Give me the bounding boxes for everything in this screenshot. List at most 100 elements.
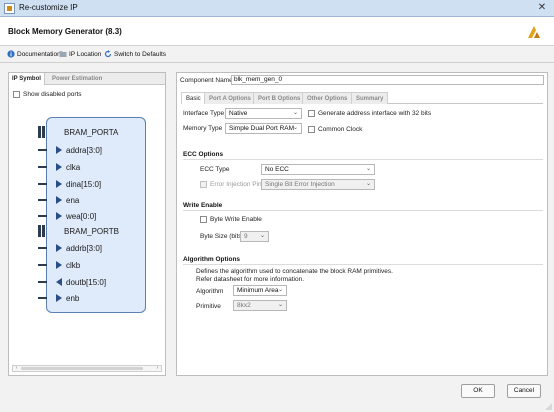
component-name-label: Component Name: [180, 77, 233, 84]
left-tab-bar: IP Symbol Power Estimation: [9, 73, 165, 85]
port-label: addra[3:0]: [66, 145, 103, 155]
chevron-down-icon: ⌄: [365, 181, 371, 187]
error-injection-value: Single Bit Error Injection: [265, 181, 335, 188]
close-icon[interactable]: ✕: [536, 2, 548, 14]
scroll-right-icon[interactable]: ›: [154, 366, 161, 371]
dialog-header: Block Memory Generator (8.3): [0, 17, 554, 46]
generate-address-label: Generate address interface with 32 bits: [318, 110, 432, 117]
pin-dina: [38, 183, 47, 185]
algorithm-section-title: Algorithm Options: [183, 256, 241, 263]
vivado-logo-icon: [528, 26, 540, 38]
primitive-label: Primitive: [196, 303, 221, 310]
pin-doutb: [38, 281, 47, 283]
chevron-down-icon: ⌄: [277, 287, 283, 293]
ip-location-button[interactable]: IP Location: [59, 50, 101, 58]
port-label: BRAM_PORTA: [64, 127, 119, 137]
pin-clkb: [38, 264, 47, 266]
port-ena: ena: [56, 194, 79, 206]
input-arrow-icon: [56, 163, 62, 171]
port-clka: clka: [56, 161, 80, 173]
pin-enb: [38, 297, 47, 299]
port-addra: addra[3:0]: [56, 144, 102, 156]
chevron-down-icon: ⌄: [365, 166, 371, 172]
input-arrow-icon: [56, 212, 62, 220]
port-label: clka: [66, 162, 81, 172]
input-arrow-icon: [56, 244, 62, 252]
port-label: enb: [66, 293, 80, 303]
tab-power-estimation[interactable]: Power Estimation: [49, 73, 105, 85]
bus-pin-b-1: [38, 225, 41, 237]
switch-defaults-button[interactable]: Switch to Defaults: [104, 50, 166, 58]
ecc-type-value: No ECC: [265, 166, 289, 173]
error-injection-label: Error Injection Pins: [210, 181, 265, 188]
toolbar: Documentation IP Location Switch to Defa…: [0, 46, 554, 63]
tab-basic[interactable]: Basic: [181, 92, 206, 104]
memory-type-select[interactable]: Simple Dual Port RAM ⌄: [225, 123, 302, 134]
pin-wea: [38, 215, 47, 217]
input-arrow-icon: [56, 196, 62, 204]
config-tab-bar: Basic Port A Options Port B Options Othe…: [181, 92, 543, 104]
show-disabled-ports-checkbox[interactable]: [13, 91, 20, 98]
algorithm-select[interactable]: Minimum Area ⌄: [233, 285, 287, 296]
port-bram-portb: BRAM_PORTB: [52, 225, 119, 237]
info-icon: [7, 50, 15, 58]
error-injection-checkbox[interactable]: [200, 181, 207, 188]
byte-size-select[interactable]: 9 ⌄: [240, 231, 269, 242]
memory-type-label: Memory Type: [183, 125, 223, 132]
chevron-down-icon: ⌄: [292, 110, 298, 116]
generate-address-checkbox[interactable]: [308, 110, 315, 117]
port-dina: dina[15:0]: [56, 178, 101, 190]
tab-port-b-options[interactable]: Port B Options: [253, 92, 306, 104]
left-horizontal-scrollbar[interactable]: ‹ ›: [12, 365, 162, 372]
byte-size-label: Byte Size (bits): [200, 233, 244, 240]
byte-write-enable-label: Byte Write Enable: [210, 216, 262, 223]
common-clock-checkbox[interactable]: [308, 126, 315, 133]
chevron-down-icon: ⌄: [277, 302, 283, 308]
chevron-down-icon: ⌄: [259, 233, 265, 239]
window-titlebar: Re-customize IP ✕: [0, 0, 554, 17]
algorithm-description-line1: Defines the algorithm used to concatenat…: [196, 268, 393, 275]
interface-type-select[interactable]: Native ⌄: [225, 108, 302, 119]
pin-addra: [38, 149, 47, 151]
port-wea: wea[0:0]: [56, 210, 96, 222]
scroll-left-icon[interactable]: ‹: [13, 366, 20, 371]
error-injection-select[interactable]: Single Bit Error Injection ⌄: [261, 179, 375, 190]
input-arrow-icon: [56, 261, 62, 269]
tab-other-options[interactable]: Other Options: [302, 92, 353, 104]
ecc-separator: [183, 159, 543, 160]
ok-button[interactable]: OK: [461, 384, 495, 398]
port-label: BRAM_PORTB: [64, 226, 119, 236]
component-name-input[interactable]: blk_mem_gen_0: [231, 75, 544, 85]
resize-grip-icon[interactable]: [545, 403, 552, 410]
output-arrow-icon: [56, 278, 62, 286]
common-clock-label: Common Clock: [318, 126, 363, 133]
algorithm-description-line2: Refer datasheet for more information.: [196, 276, 305, 283]
tab-port-a-options[interactable]: Port A Options: [204, 92, 256, 104]
ecc-type-label: ECC Type: [200, 166, 230, 173]
scroll-thumb[interactable]: [21, 367, 143, 370]
algorithm-separator: [183, 264, 543, 265]
folder-icon: [59, 51, 67, 57]
port-label: wea[0:0]: [66, 211, 97, 221]
refresh-icon: [104, 50, 112, 58]
byte-write-enable-checkbox[interactable]: [200, 216, 207, 223]
documentation-label: Documentation: [17, 50, 61, 58]
algorithm-value: Minimum Area: [237, 287, 279, 294]
interface-type-value: Native: [229, 110, 248, 117]
interface-type-label: Interface Type: [183, 110, 225, 117]
documentation-button[interactable]: Documentation: [7, 50, 61, 58]
input-arrow-icon: [56, 146, 62, 154]
port-bram-porta: BRAM_PORTA: [52, 126, 118, 138]
primitive-select[interactable]: 8kx2 ⌄: [233, 300, 287, 311]
write-enable-separator: [183, 210, 543, 211]
cancel-button[interactable]: Cancel: [507, 384, 541, 398]
tab-ip-symbol[interactable]: IP Symbol: [9, 73, 45, 85]
port-addrb: addrb[3:0]: [56, 242, 102, 254]
window-title: Re-customize IP: [19, 3, 78, 12]
tab-summary[interactable]: Summary: [351, 92, 389, 104]
ip-location-label: IP Location: [69, 50, 102, 58]
ecc-type-select[interactable]: No ECC ⌄: [261, 164, 375, 175]
primitive-value: 8kx2: [237, 302, 251, 309]
pin-clka: [38, 166, 47, 168]
port-enb: enb: [56, 292, 79, 304]
